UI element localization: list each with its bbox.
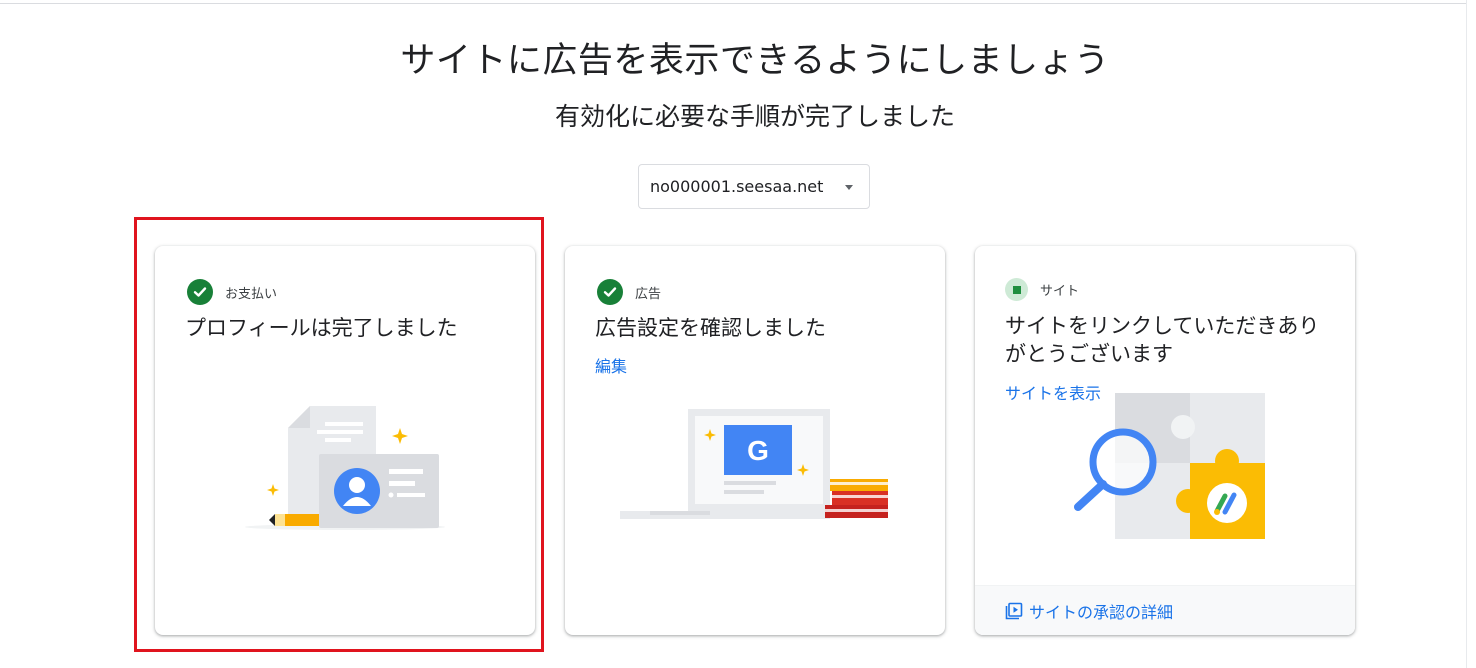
site-approval-details-link[interactable]: サイトの承認の詳細 [1005, 599, 1173, 623]
site-status: サイト [1005, 278, 1079, 301]
ads-card: 広告 広告設定を確認しました 編集 G [565, 246, 945, 635]
highlight-frame [134, 217, 544, 652]
puzzle-magnifier-illustration [1074, 393, 1265, 539]
check-circle-icon [597, 279, 623, 305]
site-card: サイト サイトをリンクしていただきありがとうございます サイトを表示 サイトの承… [975, 246, 1355, 635]
pending-square-icon [1005, 278, 1028, 301]
site-status-label: サイト [1040, 284, 1080, 299]
site-selector-value: no000001.seesaa.net [650, 177, 824, 196]
top-divider [0, 3, 1466, 4]
video-library-icon [1005, 602, 1023, 619]
ads-card-title: 広告設定を確認しました [595, 316, 826, 340]
google-ads-laptop-illustration: G [620, 409, 888, 519]
dropdown-caret-icon [845, 185, 853, 190]
edit-ads-link[interactable]: 編集 [595, 353, 627, 377]
site-approval-details-label: サイトの承認の詳細 [1029, 602, 1174, 622]
ads-status-label: 広告 [635, 286, 662, 302]
ads-status: 広告 [597, 279, 661, 305]
site-selector-dropdown[interactable]: no000001.seesaa.net [638, 164, 870, 209]
page-headline: サイトに広告を表示できるようにしましょう [400, 41, 1110, 81]
site-card-title: サイトをリンクしていただきありがとうございます [1005, 314, 1320, 366]
page-subheadline: 有効化に必要な手順が完了しました [554, 102, 955, 131]
google-g-logo: G [747, 435, 769, 466]
site-card-footer: サイトの承認の詳細 [975, 585, 1355, 635]
